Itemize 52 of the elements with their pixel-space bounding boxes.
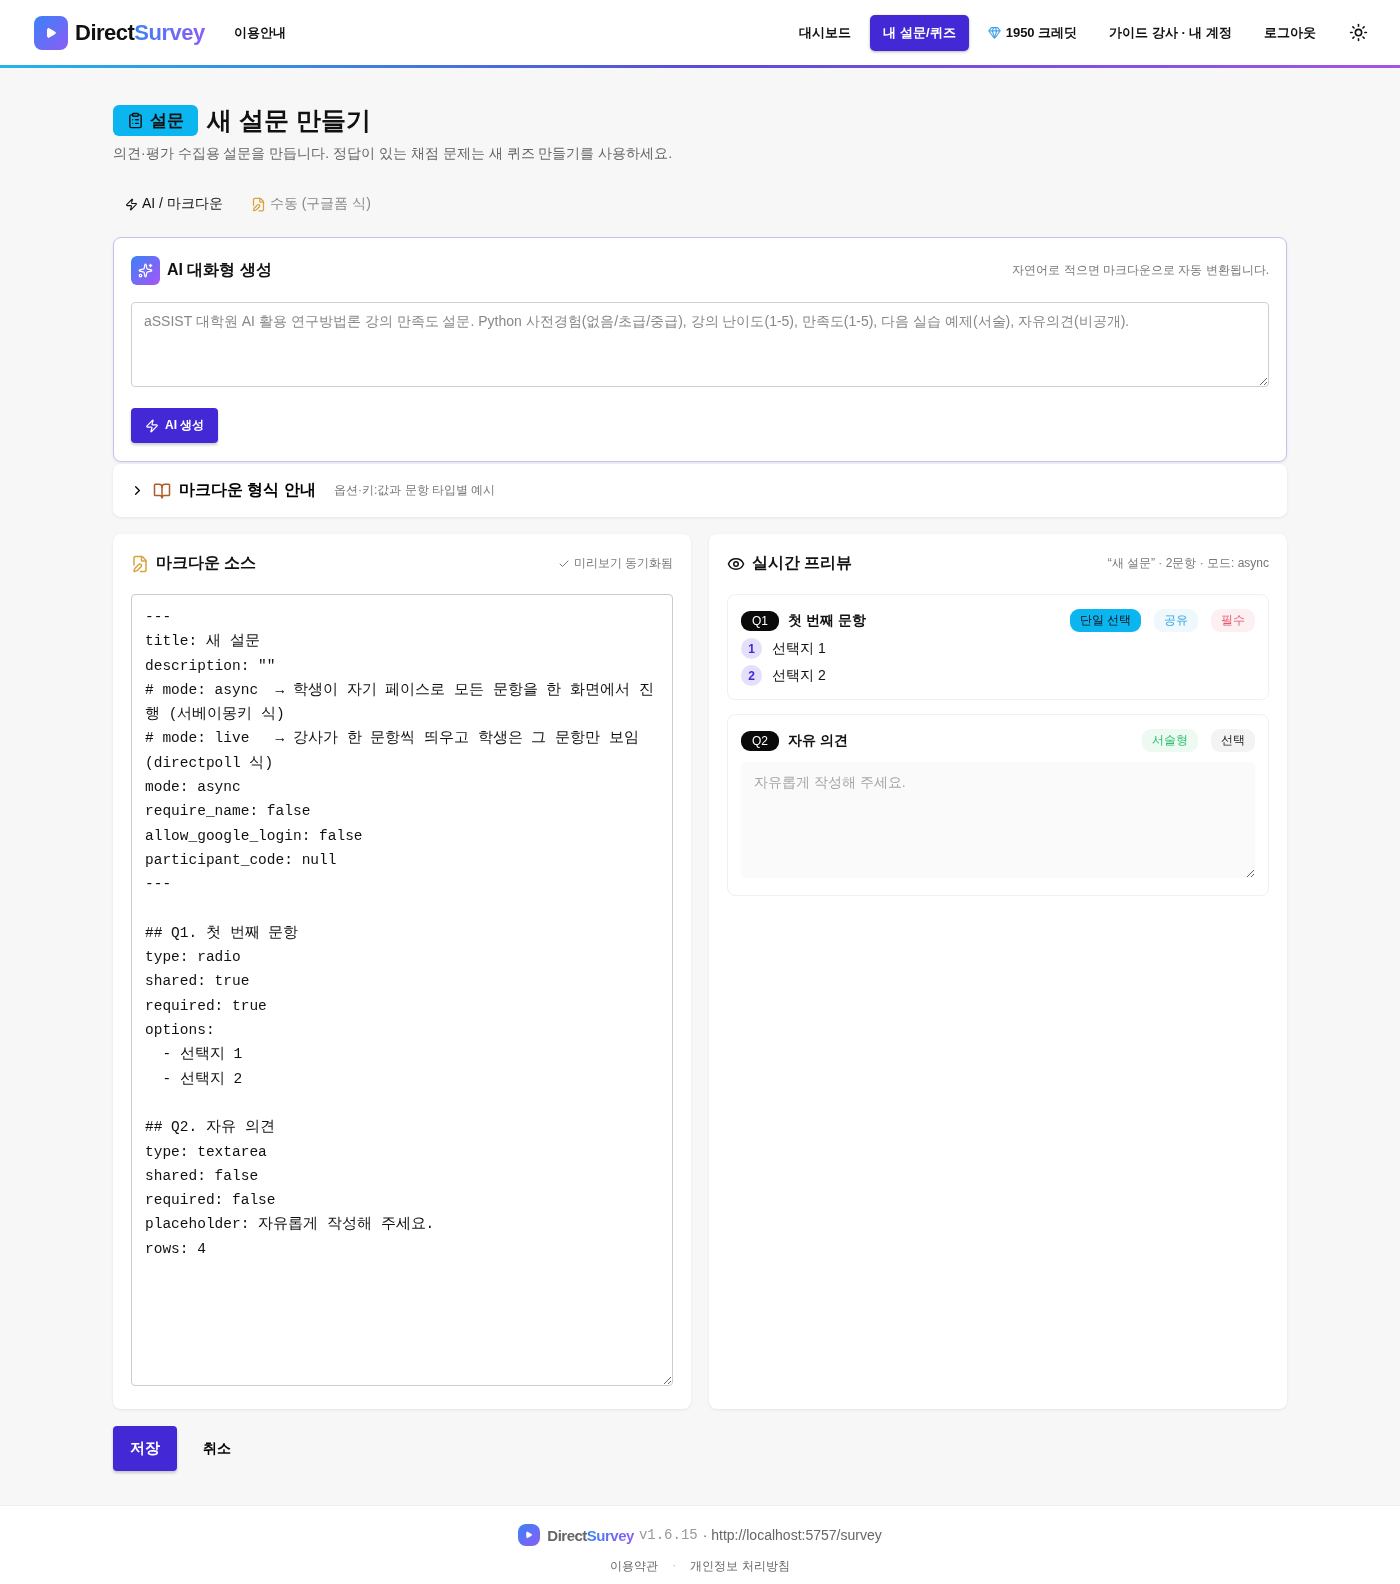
prompt-field[interactable]: aSSIST 대학원 AI 활용 연구방법론 강의 만족도 설문. Python 사전경험(없음/초급/중급), 강의 난이도(1-5), 만족도(1-5), 다음 실습 예제(서술), 자유의견(비공개).: [131, 302, 1269, 387]
question-number: Q2: [741, 730, 779, 751]
nav-link[interactable]: 로그아웃: [1251, 14, 1329, 51]
preview-summary: “새 설문” · 2문항 · 모드: async: [1107, 555, 1269, 572]
save-button[interactable]: 저장: [113, 1426, 177, 1471]
page-title: 새 설문 만들기: [207, 105, 371, 136]
question-title: 자유 의견: [788, 731, 849, 750]
gem-icon: [987, 26, 1001, 39]
nav-link[interactable]: 가이드 강사 · 내 계정: [1096, 14, 1245, 51]
question-tag: 필수: [1211, 609, 1255, 632]
ai-panel-title: AI 대화형 생성: [131, 256, 272, 285]
logo-icon: [518, 1524, 541, 1546]
book-icon: [153, 481, 171, 500]
ai-generate-button[interactable]: AI 생성: [131, 408, 219, 443]
nav-link[interactable]: 내 설문/퀴즈: [870, 14, 969, 51]
markdown-editor[interactable]: --- title: 새 설문 description: "" # mode: async → 학생이 자기 페이스로 모든 문항을 한 화면에서 진행 (서베이몽키 식) # mode: live → 강사가 한 문항씩 띄우고 학생은 그 문항만 보임 (directpoll 식) mode: async require_name: false allow_google_login: false participant_code: null --- ## Q1. 첫 번째 문항 type: radio shared: true required: true options: - 선택지 1 - 선택지 2 ## Q2. 자유 의견 type: textarea shared: false required: false placeholder: 자유롭게 작성해 주세요. rows: 4: [131, 594, 673, 1386]
question-tag: 선택: [1211, 729, 1255, 752]
sparkle-icon: [131, 256, 160, 285]
ai-panel-hint: 자연어로 적으면 마크다운으로 자동 변환됩니다.: [1012, 262, 1269, 279]
guide-link[interactable]: 이용안내: [220, 14, 299, 51]
question-tag: 서술형: [1142, 729, 1198, 752]
pencil-note-icon: [131, 554, 149, 573]
logo-icon: [34, 15, 68, 50]
clipboard-icon: [127, 112, 144, 129]
pencil-note-icon: [250, 196, 266, 212]
nav-link[interactable]: 대시보드: [786, 14, 865, 51]
page-subtitle: 의견·평가 수집용 설문을 만듭니다. 정답이 있는 채점 문제는 새 퀴즈 만들기를 사용하세요.: [113, 145, 674, 163]
option-label[interactable]: 선택지 1: [772, 639, 826, 658]
lightning-icon: [145, 418, 159, 433]
footer-link[interactable]: 이용약관: [610, 1558, 659, 1575]
preview-panel-title: 실시간 프리뷰: [727, 553, 853, 574]
separator-dot: ·: [672, 1558, 677, 1574]
theme-toggle-icon[interactable]: [1349, 23, 1368, 42]
option-label[interactable]: 선택지 2: [772, 666, 826, 685]
mode-tab[interactable]: AI / 마크다운: [113, 189, 235, 219]
lightning-icon: [125, 197, 138, 211]
sync-status: 미리보기 동기화됨: [557, 555, 673, 572]
question-number: Q1: [741, 610, 779, 631]
option-number: 2: [741, 665, 762, 686]
option-number: 1: [741, 638, 762, 659]
footer-link[interactable]: 개인정보 처리방침: [690, 1558, 790, 1575]
url-text: · http://localhost:5757/survey: [702, 1527, 882, 1543]
source-panel-title: 마크다운 소스: [131, 553, 257, 574]
answer-field[interactable]: 자유롭게 작성해 주세요.: [741, 762, 1255, 878]
survey-badge: 설문: [113, 105, 198, 136]
cancel-button[interactable]: 취소: [191, 1429, 243, 1468]
question-title: 첫 번째 문항: [788, 611, 867, 630]
credits-link[interactable]: 1950 크레딧: [974, 14, 1091, 51]
question-tag: 공유: [1154, 609, 1198, 632]
version-text: v1.6.15: [638, 1527, 698, 1543]
question-tag: 단일 선택: [1069, 609, 1141, 632]
format-guide-toggle[interactable]: 마크다운 형식 안내 옵션·키:값과 문항 타입별 예시: [113, 464, 1287, 517]
